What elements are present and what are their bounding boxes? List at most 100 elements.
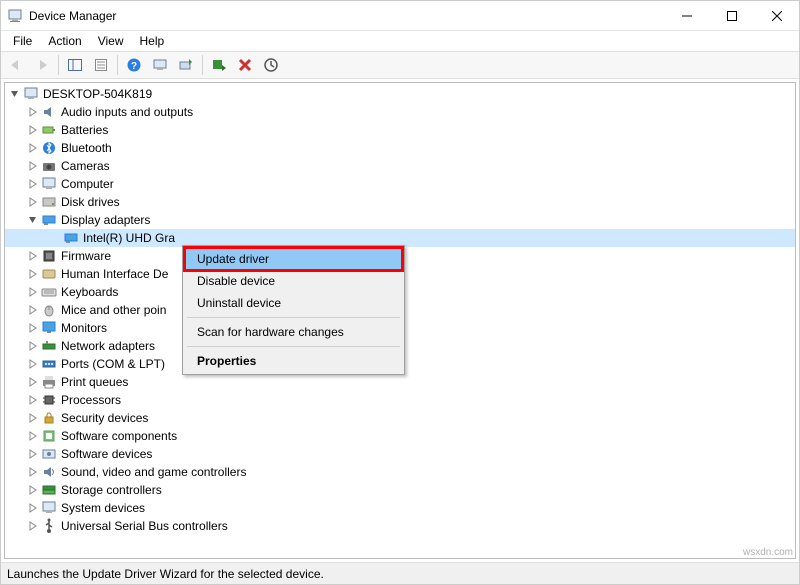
- tree-node-usb[interactable]: Universal Serial Bus controllers: [5, 517, 795, 535]
- toolbar-separator: [117, 55, 118, 75]
- expand-icon[interactable]: [27, 322, 39, 334]
- expand-icon[interactable]: [27, 340, 39, 352]
- tree-node-computer[interactable]: Computer: [5, 175, 795, 193]
- ctx-scan-hardware[interactable]: Scan for hardware changes: [185, 321, 402, 343]
- minimize-button[interactable]: [664, 1, 709, 31]
- tree-node-batteries[interactable]: Batteries: [5, 121, 795, 139]
- disable-device-button[interactable]: [207, 53, 231, 77]
- tree-node-storage[interactable]: Storage controllers: [5, 481, 795, 499]
- ctx-disable-device[interactable]: Disable device: [185, 270, 402, 292]
- hid-icon: [41, 266, 57, 282]
- menu-file[interactable]: File: [5, 32, 40, 50]
- expand-icon[interactable]: [27, 412, 39, 424]
- expand-icon[interactable]: [27, 520, 39, 532]
- menu-view[interactable]: View: [90, 32, 132, 50]
- expand-icon[interactable]: [27, 160, 39, 172]
- statusbar: Launches the Update Driver Wizard for th…: [1, 562, 799, 584]
- tree-root[interactable]: DESKTOP-504K819: [5, 85, 795, 103]
- battery-icon: [41, 122, 57, 138]
- port-icon: [41, 356, 57, 372]
- menu-help[interactable]: Help: [132, 32, 173, 50]
- menu-action[interactable]: Action: [40, 32, 89, 50]
- expand-icon[interactable]: [27, 358, 39, 370]
- expand-icon[interactable]: [27, 250, 39, 262]
- expand-icon[interactable]: [27, 178, 39, 190]
- show-hide-tree-button[interactable]: [63, 53, 87, 77]
- maximize-button[interactable]: [709, 1, 754, 31]
- software-component-icon: [41, 428, 57, 444]
- tree-label: Audio inputs and outputs: [61, 105, 193, 119]
- status-text: Launches the Update Driver Wizard for th…: [7, 567, 324, 581]
- tree-node-swdevices[interactable]: Software devices: [5, 445, 795, 463]
- expand-icon[interactable]: [27, 466, 39, 478]
- expand-icon[interactable]: [27, 286, 39, 298]
- toolbar-separator: [202, 55, 203, 75]
- expand-icon[interactable]: [27, 448, 39, 460]
- menubar: File Action View Help: [1, 31, 799, 51]
- ctx-uninstall-device[interactable]: Uninstall device: [185, 292, 402, 314]
- uninstall-device-button[interactable]: [233, 53, 257, 77]
- expand-icon[interactable]: [27, 268, 39, 280]
- expand-icon[interactable]: [27, 142, 39, 154]
- mouse-icon: [41, 302, 57, 318]
- expand-icon[interactable]: [27, 484, 39, 496]
- computer-icon: [41, 176, 57, 192]
- tree-node-display[interactable]: Display adapters: [5, 211, 795, 229]
- scan-hardware-button[interactable]: [148, 53, 172, 77]
- expand-icon[interactable]: [27, 394, 39, 406]
- tree-node-sound[interactable]: Sound, video and game controllers: [5, 463, 795, 481]
- audio-icon: [41, 104, 57, 120]
- expand-icon[interactable]: [27, 430, 39, 442]
- tree-label: Software devices: [61, 447, 152, 461]
- camera-icon: [41, 158, 57, 174]
- tree-label: System devices: [61, 501, 145, 515]
- tree-label: Keyboards: [61, 285, 118, 299]
- tree-label: Cameras: [61, 159, 110, 173]
- expand-icon[interactable]: [27, 124, 39, 136]
- tree-label: Security devices: [61, 411, 148, 425]
- tree-node-processors[interactable]: Processors: [5, 391, 795, 409]
- svg-text:?: ?: [131, 61, 137, 72]
- collapse-icon[interactable]: [9, 88, 21, 100]
- expand-icon[interactable]: [27, 502, 39, 514]
- tree-label: Human Interface De: [61, 267, 168, 281]
- tree-label: Sound, video and game controllers: [61, 465, 246, 479]
- tree-node-cameras[interactable]: Cameras: [5, 157, 795, 175]
- tree-node-disk[interactable]: Disk drives: [5, 193, 795, 211]
- tree-node-security[interactable]: Security devices: [5, 409, 795, 427]
- expand-icon[interactable]: [27, 106, 39, 118]
- tree-label: Intel(R) UHD Gra: [83, 231, 175, 245]
- ctx-update-driver[interactable]: Update driver: [185, 248, 402, 270]
- tree-label: Firmware: [61, 249, 111, 263]
- properties-button[interactable]: [89, 53, 113, 77]
- back-button[interactable]: [4, 53, 28, 77]
- expand-icon[interactable]: [27, 196, 39, 208]
- ctx-separator: [187, 346, 400, 347]
- tree-node-sysdevices[interactable]: System devices: [5, 499, 795, 517]
- tree-label: Software components: [61, 429, 177, 443]
- close-button[interactable]: [754, 1, 799, 31]
- update-driver-button[interactable]: [174, 53, 198, 77]
- help-button[interactable]: ?: [122, 53, 146, 77]
- ctx-properties[interactable]: Properties: [185, 350, 402, 372]
- expand-spacer: [49, 232, 61, 244]
- context-menu: Update driver Disable device Uninstall d…: [182, 245, 405, 375]
- tree-node-bluetooth[interactable]: Bluetooth: [5, 139, 795, 157]
- app-icon: [7, 8, 23, 24]
- collapse-icon[interactable]: [27, 214, 39, 226]
- tree-node-printqueues[interactable]: Print queues: [5, 373, 795, 391]
- forward-button[interactable]: [30, 53, 54, 77]
- ctx-separator: [187, 317, 400, 318]
- tree-node-swcomponents[interactable]: Software components: [5, 427, 795, 445]
- titlebar: Device Manager: [1, 1, 799, 31]
- expand-icon[interactable]: [27, 376, 39, 388]
- printer-icon: [41, 374, 57, 390]
- tree-label: Print queues: [61, 375, 128, 389]
- tree-label: Monitors: [61, 321, 107, 335]
- tree-label: Display adapters: [61, 213, 150, 227]
- tree-node-audio[interactable]: Audio inputs and outputs: [5, 103, 795, 121]
- expand-icon[interactable]: [27, 304, 39, 316]
- firmware-icon: [41, 248, 57, 264]
- add-legacy-hardware-button[interactable]: [259, 53, 283, 77]
- software-device-icon: [41, 446, 57, 462]
